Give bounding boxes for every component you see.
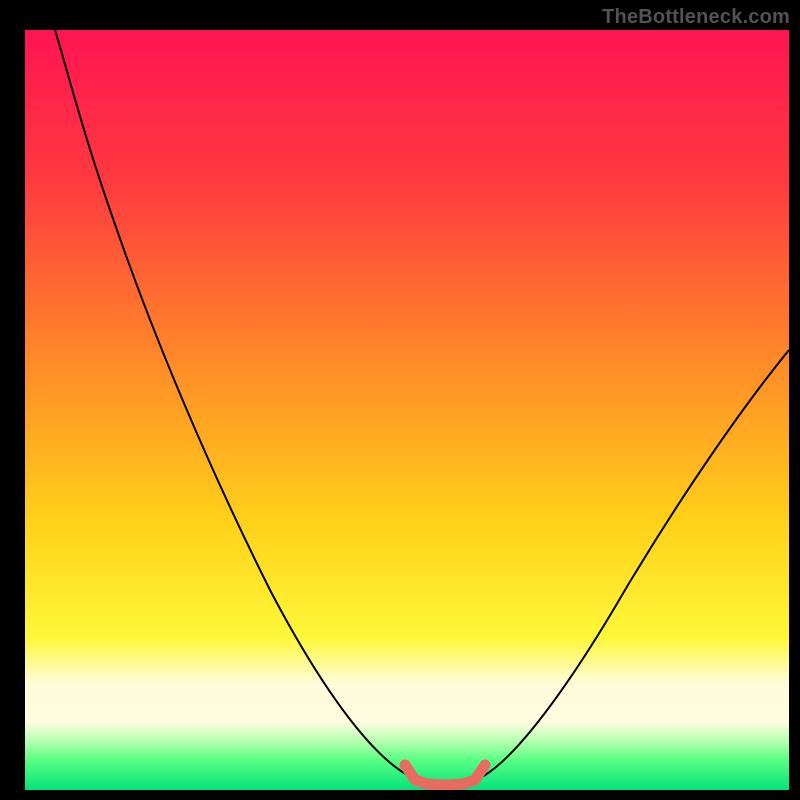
gradient-background — [25, 30, 789, 790]
watermark-text: TheBottleneck.com — [602, 6, 790, 29]
chart-svg — [25, 30, 789, 790]
chart-frame: TheBottleneck.com — [0, 0, 800, 800]
plot-area — [25, 30, 789, 790]
